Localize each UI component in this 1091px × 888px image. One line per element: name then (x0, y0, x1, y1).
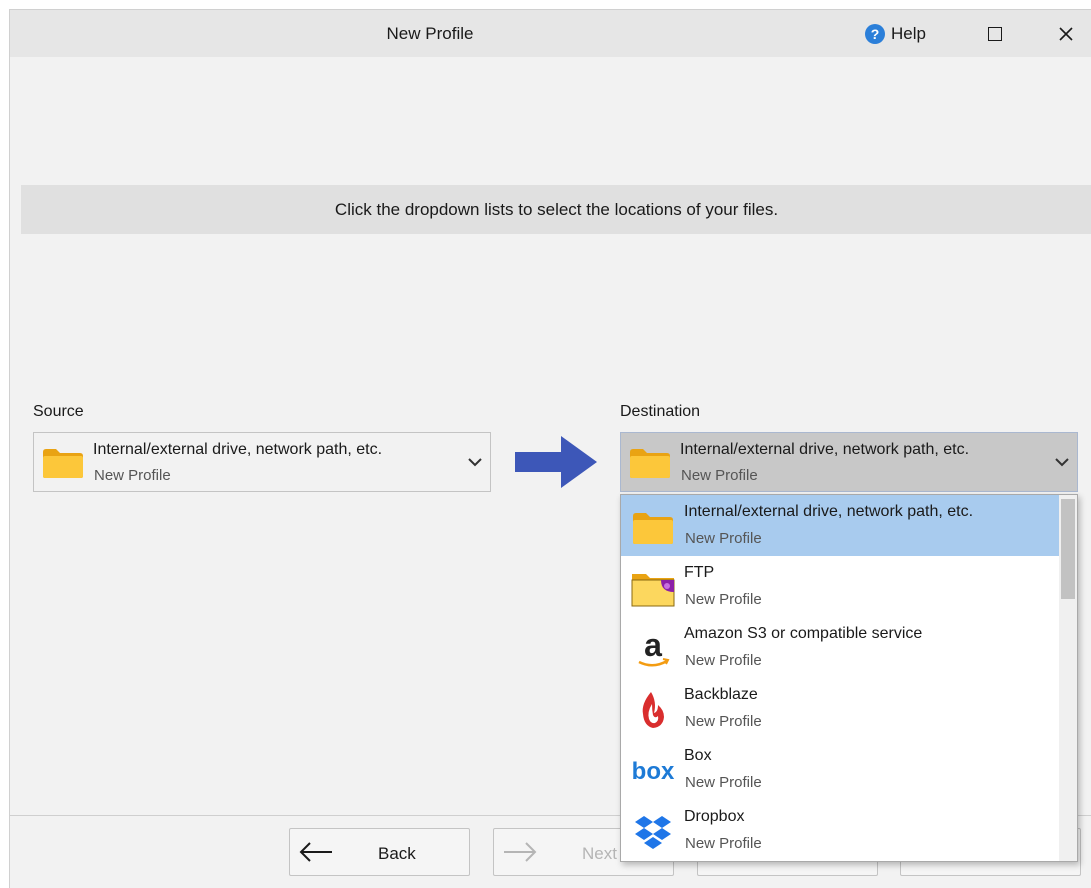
back-label: Back (378, 844, 416, 863)
help-button[interactable]: ? Help (865, 21, 926, 47)
next-label: Next (582, 844, 617, 863)
dropdown-item-subtitle: New Profile (685, 652, 762, 669)
dropdown-item-ftp[interactable]: FTP New Profile (621, 556, 1060, 617)
next-arrow-icon (504, 842, 537, 862)
dropbox-icon (635, 816, 671, 849)
dropdown-item-title: Amazon S3 or compatible service (684, 625, 923, 642)
dropdown-item-subtitle: New Profile (685, 713, 762, 730)
svg-text:a: a (644, 629, 662, 663)
window-title: New Profile (386, 24, 474, 43)
dropdown-item-title: Backblaze (684, 686, 758, 703)
dropdown-item-title: Internal/external drive, network path, e… (684, 503, 974, 520)
folder-icon (43, 449, 83, 478)
dropdown-item-dropbox[interactable]: Dropbox New Profile (621, 800, 1060, 861)
dropdown-item-subtitle: New Profile (685, 774, 762, 791)
back-button[interactable]: Back (289, 828, 470, 876)
title-bar: New Profile ? Help (10, 10, 1091, 57)
dropdown-item-title: Dropbox (684, 808, 745, 825)
dropdown-item-subtitle: New Profile (685, 591, 762, 608)
source-selected-subtitle: New Profile (94, 467, 171, 484)
folder-icon (630, 449, 670, 478)
dropdown-item-internal-drive[interactable]: Internal/external drive, network path, e… (621, 495, 1060, 556)
dropdown-item-subtitle: New Profile (685, 530, 762, 547)
destination-label: Destination (620, 403, 701, 420)
dropdown-item-title: Box (684, 747, 712, 764)
right-arrow-icon (515, 436, 597, 488)
source-dropdown[interactable]: Internal/external drive, network path, e… (33, 432, 491, 492)
dropdown-scrollbar[interactable] (1059, 495, 1077, 861)
chevron-down-icon (468, 458, 482, 467)
folder-icon (633, 513, 673, 544)
close-icon (1059, 27, 1073, 41)
backblaze-icon (642, 692, 664, 728)
destination-selected-title: Internal/external drive, network path, e… (680, 441, 970, 458)
source-selected-title: Internal/external drive, network path, e… (93, 441, 383, 458)
dropdown-item-amazon-s3[interactable]: a Amazon S3 or compatible service New Pr… (621, 617, 1060, 678)
dropdown-item-subtitle: New Profile (685, 835, 762, 852)
new-profile-window: New Profile ? Help Click the dropdown li… (9, 9, 1091, 888)
maximize-icon (988, 27, 1002, 41)
dropdown-item-box[interactable]: box Box New Profile (621, 739, 1060, 800)
scrollbar-thumb[interactable] (1061, 499, 1075, 599)
back-arrow-icon (299, 842, 332, 862)
amazon-icon: a (638, 629, 670, 667)
instruction-banner: Click the dropdown lists to select the l… (21, 185, 1091, 234)
source-label: Source (33, 403, 84, 420)
close-button[interactable] (1048, 20, 1084, 48)
box-icon: box (632, 758, 675, 785)
destination-selected-subtitle: New Profile (681, 467, 758, 484)
destination-dropdown-list[interactable]: Internal/external drive, network path, e… (620, 494, 1078, 862)
help-label: Help (891, 24, 926, 43)
svg-text:box: box (632, 758, 675, 785)
chevron-down-icon (1055, 458, 1069, 467)
ftp-folder-icon (631, 574, 675, 607)
help-icon: ? (865, 24, 885, 44)
dropdown-item-backblaze[interactable]: Backblaze New Profile (621, 678, 1060, 739)
maximize-button[interactable] (978, 20, 1012, 48)
destination-dropdown[interactable]: Internal/external drive, network path, e… (620, 432, 1078, 492)
dropdown-item-title: FTP (684, 564, 715, 581)
